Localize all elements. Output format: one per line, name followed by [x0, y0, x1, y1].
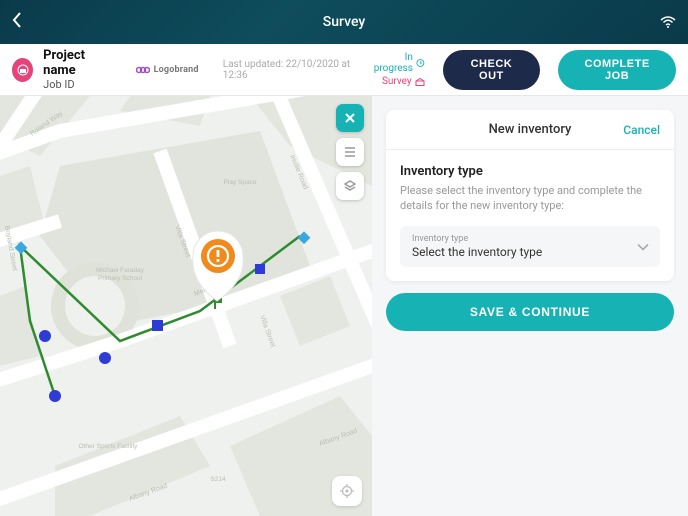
map-close-button[interactable]: [336, 104, 364, 132]
job-id: Job ID: [43, 78, 111, 91]
map-locate-button[interactable]: [332, 476, 362, 506]
select-value: Select the inventory type: [412, 245, 628, 259]
card-title: New inventory: [489, 122, 572, 137]
locate-icon: [339, 483, 355, 499]
close-icon: [344, 112, 356, 124]
list-icon: [343, 146, 357, 158]
clock-icon: [416, 58, 425, 68]
top-bar: Survey: [0, 0, 688, 44]
map-label-school: Michael Faraday: [96, 267, 145, 274]
page-title: Survey: [0, 14, 688, 30]
save-continue-button[interactable]: SAVE & CONTINUE: [386, 293, 674, 331]
status-in-progress: In progress: [369, 52, 424, 74]
side-panel: New inventory Cancel Inventory type Plea…: [372, 96, 688, 516]
section-title: Inventory type: [400, 164, 660, 179]
status-column: In progress Survey: [369, 52, 424, 87]
cancel-button[interactable]: Cancel: [623, 123, 660, 137]
map-controls: [336, 104, 364, 200]
inventory-type-select[interactable]: Inventory type Select the inventory type: [400, 226, 660, 267]
complete-job-button[interactable]: COMPLETE JOB: [558, 50, 676, 90]
section-description: Please select the inventory type and com…: [400, 183, 660, 214]
map-filter-button[interactable]: [336, 172, 364, 200]
map-label-area: S214: [210, 476, 226, 483]
map-layers-button[interactable]: [336, 138, 364, 166]
select-label: Inventory type: [412, 234, 628, 244]
map-label-sports: Other Sports Facility: [79, 443, 139, 450]
wifi-icon: [660, 16, 676, 28]
brand-logo-icon: [136, 66, 150, 74]
map[interactable]: Roland Way Boyland Street Villa Street V…: [0, 96, 372, 516]
checkout-button[interactable]: CHECK OUT: [443, 50, 541, 90]
chevron-left-icon: [12, 12, 22, 28]
brand-label: Logobrand: [154, 65, 199, 75]
svg-text:Primary School: Primary School: [98, 275, 143, 282]
project-text: Project name Job ID: [43, 48, 111, 91]
status-survey: Survey: [369, 76, 424, 87]
map-canvas: Roland Way Boyland Street Villa Street V…: [0, 96, 372, 516]
card-header: New inventory Cancel: [386, 110, 674, 150]
info-bar: Project name Job ID Logobrand Last updat…: [0, 44, 688, 96]
back-button[interactable]: [12, 12, 22, 33]
layers-icon: [343, 179, 357, 193]
inventory-card: New inventory Cancel Inventory type Plea…: [386, 110, 674, 281]
chevron-down-icon: [636, 237, 650, 256]
last-updated: Last updated: 22/10/2020 at 12:36: [223, 59, 360, 81]
map-label-playspace: Play Space: [224, 179, 257, 186]
project-icon: [12, 58, 33, 82]
brand: Logobrand: [136, 65, 199, 75]
survey-icon: [415, 78, 425, 86]
project-name: Project name: [43, 48, 111, 78]
